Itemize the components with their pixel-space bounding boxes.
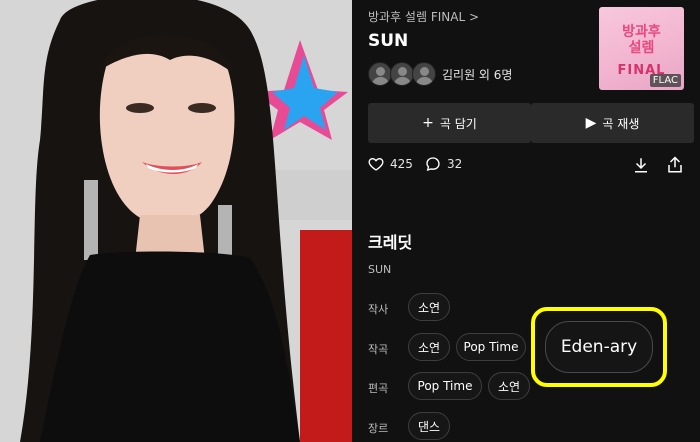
add-song-button[interactable]: + 곡 담기	[368, 103, 531, 143]
credit-chip[interactable]: 소연	[408, 293, 450, 321]
credits-song-name: SUN	[368, 263, 392, 276]
download-icon	[635, 158, 647, 173]
avatar	[412, 62, 436, 86]
plus-icon: +	[422, 115, 434, 131]
comment-icon	[426, 157, 440, 171]
credit-chip[interactable]: Pop Time	[456, 333, 526, 361]
credit-chip[interactable]: 소연	[408, 333, 450, 361]
credits-title: 크레딧	[368, 233, 413, 252]
download-button[interactable]	[632, 156, 650, 178]
share-icon	[668, 156, 682, 173]
artist-names[interactable]: 김리원 외 6명	[442, 66, 512, 83]
cover-line-2: 설렘	[628, 40, 655, 56]
credit-chip[interactable]: Pop Time	[408, 372, 482, 400]
stats-bar: 425 32	[368, 156, 684, 176]
arranger-label: 편곡	[368, 382, 389, 395]
comment-button[interactable]: 32	[425, 156, 462, 172]
chevron-right-icon: >	[468, 10, 480, 24]
avatar	[390, 62, 414, 86]
album-cover[interactable]: 방과후 설렘 FINAL FLAC	[599, 7, 684, 90]
add-song-label: 곡 담기	[439, 116, 477, 131]
like-button[interactable]: 425	[368, 156, 413, 172]
like-count: 425	[390, 157, 413, 171]
heart-icon	[368, 157, 384, 171]
album-link-label: 방과후 설렘 FINAL	[368, 10, 466, 24]
avatar	[368, 62, 392, 86]
credit-chip[interactable]: 소연	[488, 372, 530, 400]
album-link[interactable]: 방과후 설렘 FINAL >	[368, 8, 479, 25]
flac-badge: FLAC	[649, 74, 681, 87]
play-song-button[interactable]: ▶ 곡 재생	[531, 103, 694, 143]
genre-label: 장르	[368, 422, 389, 435]
play-song-label: 곡 재생	[602, 116, 640, 131]
highlight-box: Eden-ary	[531, 307, 667, 387]
play-icon: ▶	[585, 115, 597, 131]
composer-label: 작곡	[368, 343, 389, 356]
credit-chip-highlighted[interactable]: Eden-ary	[545, 321, 653, 373]
share-button[interactable]	[666, 156, 684, 178]
comment-count: 32	[447, 157, 463, 171]
lyricist-label: 작사	[368, 303, 389, 316]
song-title: SUN	[368, 31, 409, 51]
artist-photo	[0, 0, 352, 442]
artist-avatars[interactable]	[368, 62, 438, 86]
genre-chip[interactable]: 댄스	[408, 412, 450, 440]
